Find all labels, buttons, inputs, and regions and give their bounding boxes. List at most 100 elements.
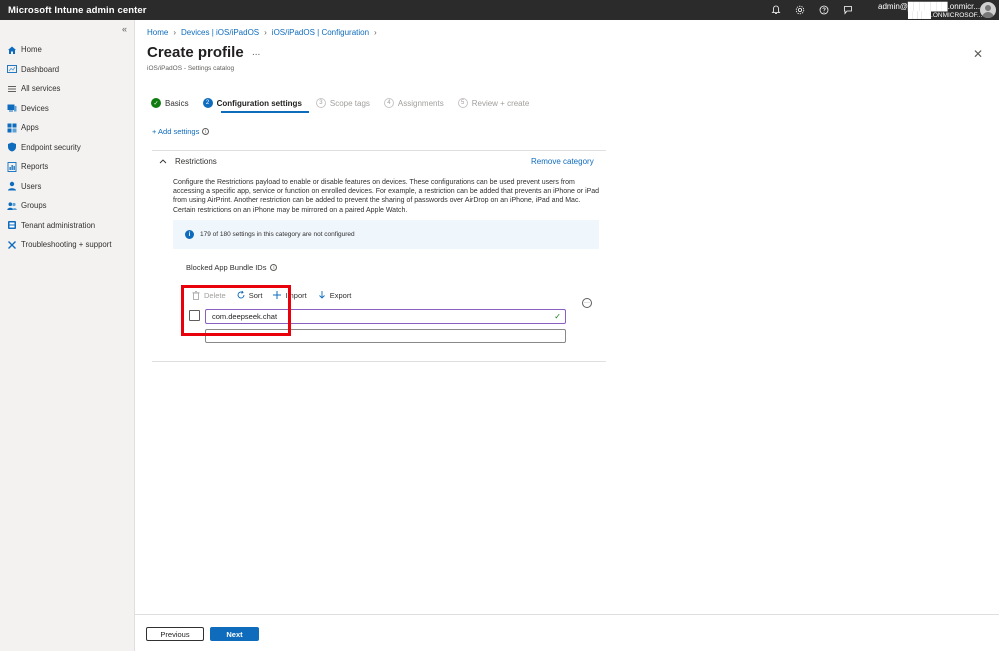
account-tenant: █████.ONMICROSOF... (908, 12, 983, 19)
list-icon (7, 84, 17, 94)
active-step-underline (221, 111, 309, 113)
export-label: Export (329, 290, 352, 300)
wrench-icon (7, 240, 17, 250)
sidebar-item-label: Tenant administration (21, 220, 96, 230)
reports-icon (7, 161, 17, 172)
category-header[interactable]: Restrictions (159, 157, 217, 166)
info-banner: i 179 of 180 settings in this category a… (173, 220, 599, 249)
home-icon (7, 45, 17, 55)
shield-icon (7, 142, 17, 152)
avatar[interactable] (980, 2, 996, 18)
gear-icon[interactable] (794, 5, 805, 16)
step-basics[interactable]: ✓ Basics (151, 96, 189, 110)
sidebar: « Home Dashboard All services Devices Ap… (0, 20, 135, 651)
step-label: Review + create (471, 98, 530, 108)
info-icon[interactable]: i (202, 128, 210, 135)
sidebar-item-label: Devices (21, 103, 49, 113)
sidebar-nav: Home Dashboard All services Devices Apps… (0, 40, 135, 255)
step-configuration-settings[interactable]: 2 Configuration settings (202, 96, 302, 110)
check-icon: ✓ (151, 98, 161, 108)
users-icon (7, 181, 17, 191)
sidebar-item-label: Endpoint security (21, 142, 81, 152)
breadcrumb: Home › Devices | iOS/iPadOS › iOS/iPadOS… (147, 28, 377, 37)
chevron-up-icon[interactable] (159, 157, 167, 166)
sidebar-item-label: All services (21, 84, 61, 94)
add-settings-link[interactable]: + Add settings i (152, 127, 210, 136)
bell-icon[interactable] (770, 5, 781, 16)
sidebar-item-label: Reports (21, 162, 49, 172)
sidebar-item-dashboard[interactable]: Dashboard (0, 60, 135, 80)
top-bar: Microsoft Intune admin center admin@████… (0, 0, 999, 20)
page-title: Create profile (147, 44, 244, 61)
page-subtitle: iOS/iPadOS - Settings catalog (147, 65, 235, 72)
step-number: 3 (315, 98, 326, 108)
account-info[interactable]: admin@███████.onmicr... █████.ONMICROSOF… (878, 2, 982, 20)
more-options-icon[interactable]: ··· (582, 298, 592, 308)
header-icons (770, 0, 853, 20)
step-label: Basics (165, 98, 189, 108)
highlight-annotation (181, 285, 291, 336)
previous-button[interactable]: Previous (146, 627, 204, 641)
setting-label-text: Blocked App Bundle IDs (186, 263, 267, 272)
sidebar-item-troubleshooting[interactable]: Troubleshooting + support (0, 235, 135, 255)
step-review-create[interactable]: 5 Review + create (457, 96, 530, 110)
sidebar-item-label: Troubleshooting + support (21, 240, 112, 250)
groups-icon (7, 201, 17, 211)
add-settings-label: + Add settings (152, 127, 200, 136)
chevron-right-icon: › (173, 28, 177, 37)
close-icon[interactable]: ✕ (973, 47, 983, 61)
setting-label: Blocked App Bundle IDs i (186, 263, 278, 272)
apps-icon (7, 123, 17, 133)
sidebar-item-label: Groups (21, 201, 47, 211)
sidebar-item-label: Dashboard (21, 64, 60, 74)
category-name: Restrictions (175, 157, 217, 166)
export-button[interactable]: Export (317, 290, 352, 300)
breadcrumb-devices[interactable]: Devices | iOS/iPadOS (181, 28, 259, 37)
valid-check-icon: ✓ (554, 312, 561, 321)
sidebar-item-label: Apps (21, 123, 39, 133)
more-options-icon[interactable]: ... (252, 47, 260, 58)
sidebar-item-groups[interactable]: Groups (0, 196, 135, 216)
tenant-icon (7, 220, 17, 230)
sidebar-item-reports[interactable]: Reports (0, 157, 135, 177)
info-icon[interactable]: i (270, 264, 278, 271)
help-icon[interactable] (818, 5, 829, 16)
download-icon (317, 290, 327, 300)
info-banner-text: 179 of 180 settings in this category are… (200, 231, 355, 238)
category-description: Configure the Restrictions payload to en… (173, 179, 600, 214)
divider (152, 361, 606, 362)
sidebar-item-all-services[interactable]: All services (0, 79, 135, 99)
step-number: 5 (457, 98, 468, 108)
next-button[interactable]: Next (210, 627, 259, 641)
step-assignments[interactable]: 4 Assignments (383, 96, 444, 110)
sidebar-item-label: Users (21, 181, 42, 191)
sidebar-item-home[interactable]: Home (0, 40, 135, 60)
divider (152, 150, 606, 151)
step-number: 4 (383, 98, 394, 108)
info-icon: i (185, 230, 194, 239)
step-label: Assignments (397, 98, 444, 108)
devices-icon (7, 103, 17, 113)
wizard-steps: ✓ Basics 2 Configuration settings 3 Scop… (151, 96, 543, 110)
sidebar-item-devices[interactable]: Devices (0, 99, 135, 119)
sidebar-item-endpoint-security[interactable]: Endpoint security (0, 138, 135, 158)
sidebar-item-apps[interactable]: Apps (0, 118, 135, 138)
step-label: Configuration settings (216, 98, 302, 108)
breadcrumb-home[interactable]: Home (147, 28, 168, 37)
sidebar-item-tenant-administration[interactable]: Tenant administration (0, 216, 135, 236)
sidebar-item-label: Home (21, 45, 42, 55)
sidebar-item-users[interactable]: Users (0, 177, 135, 197)
account-name: admin@███████.onmicr... (878, 2, 981, 11)
main-content: Home › Devices | iOS/iPadOS › iOS/iPadOS… (135, 20, 999, 651)
app-title[interactable]: Microsoft Intune admin center (0, 5, 147, 16)
step-scope-tags[interactable]: 3 Scope tags (315, 96, 370, 110)
collapse-sidebar-icon[interactable]: « (122, 24, 127, 34)
feedback-icon[interactable] (842, 5, 853, 16)
dashboard-icon (7, 64, 17, 74)
breadcrumb-configuration[interactable]: iOS/iPadOS | Configuration (272, 28, 369, 37)
remove-category-link[interactable]: Remove category (531, 157, 594, 166)
step-number: 2 (202, 98, 213, 108)
footer-divider (135, 614, 999, 615)
chevron-right-icon: › (264, 28, 267, 37)
chevron-right-icon: › (374, 28, 377, 37)
